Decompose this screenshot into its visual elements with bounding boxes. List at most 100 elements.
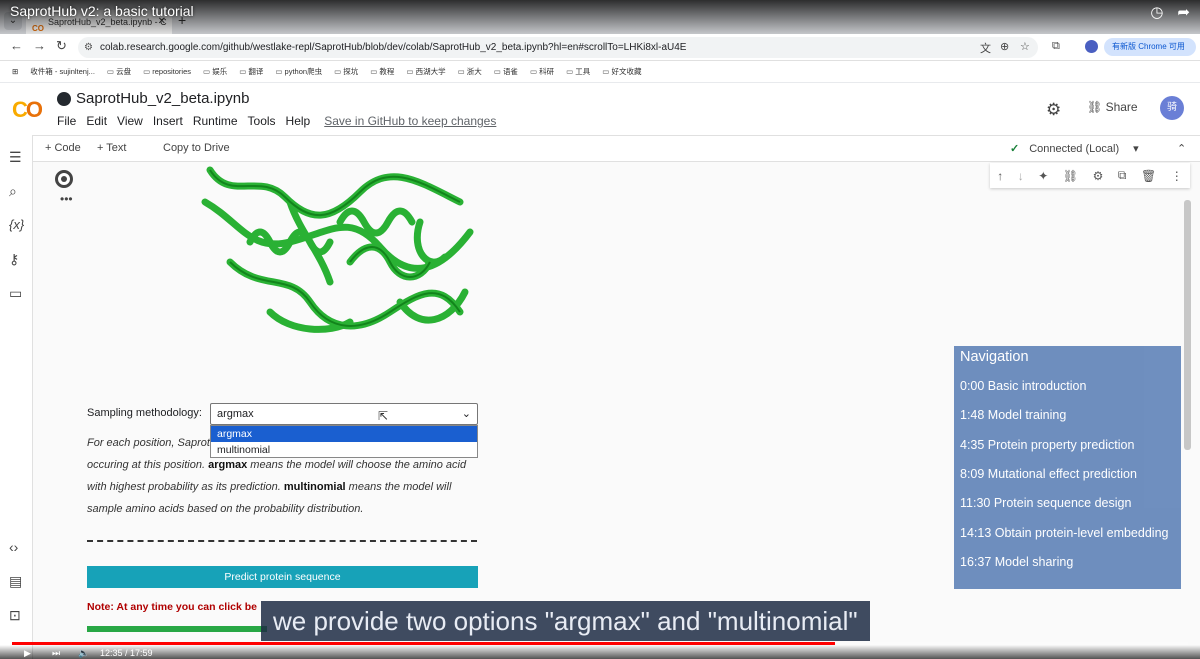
navigation-item[interactable]: 4:35 Protein property prediction	[960, 438, 1134, 452]
url-text: colab.research.google.com/github/westlak…	[100, 42, 687, 53]
desc-text: occuring at this position.	[87, 459, 209, 471]
protein-structure-image	[201, 166, 474, 333]
gemini-sparkle-icon[interactable]: ✦	[1038, 169, 1048, 183]
save-in-github-link[interactable]: Save in GitHub to keep changes	[324, 114, 496, 128]
search-icon[interactable]: ⌕	[9, 183, 17, 200]
bookmark-star-icon[interactable]: ☆	[1020, 40, 1030, 53]
bookmark-item[interactable]: python爬虫	[275, 66, 323, 77]
navigation-item[interactable]: 1:48 Model training	[960, 408, 1066, 422]
colab-favicon-icon: CO	[32, 24, 44, 33]
code-snippets-icon[interactable]: ‹›	[9, 539, 18, 555]
add-text-button[interactable]: + Text	[97, 142, 126, 154]
runtime-dropdown-icon[interactable]: ▾	[1133, 143, 1139, 155]
sampling-select[interactable]: argmax ⌄	[210, 403, 478, 425]
bookmark-item[interactable]: 浙大	[458, 66, 482, 77]
zoom-icon[interactable]: ⊕	[1000, 40, 1009, 53]
sampling-option-argmax[interactable]: argmax	[211, 426, 477, 442]
desc-text: means the model will	[345, 481, 452, 493]
bookmark-item[interactable]: 西湖大学	[406, 66, 446, 77]
variables-icon[interactable]: {x}	[9, 217, 24, 232]
profile-icon[interactable]	[1085, 40, 1098, 53]
clock-icon[interactable]: ◷	[1150, 3, 1163, 21]
github-icon	[57, 92, 71, 106]
command-palette-icon[interactable]: ▤	[9, 573, 22, 590]
move-up-icon[interactable]: ↑	[997, 169, 1003, 183]
bookmark-item[interactable]: 工具	[566, 66, 590, 77]
time-display: 12:35 / 17:59	[100, 648, 153, 658]
bookmark-item[interactable]: repositories	[143, 67, 191, 76]
update-chrome-button[interactable]: 有新版 Chrome 可用	[1104, 38, 1196, 56]
bookmark-item[interactable]: 好文收藏	[602, 66, 641, 77]
navigation-item[interactable]: 16:37 Model sharing	[960, 555, 1073, 569]
video-subtitle: we provide two options "argmax" and "mul…	[261, 601, 870, 641]
address-bar-row: ← → ↻ ⚙ colab.research.google.com/github…	[0, 34, 1200, 61]
notebook-name[interactable]: SaprotHub_v2_beta.ipynb	[76, 90, 249, 107]
navigation-item[interactable]: 11:30 Protein sequence design	[960, 496, 1131, 510]
bookmark-item[interactable]: 教程	[370, 66, 394, 77]
collapse-icon[interactable]: ⌃	[1177, 142, 1186, 155]
extensions-icon[interactable]: ⧉	[1052, 40, 1060, 53]
table-of-contents-icon[interactable]: ☰	[9, 149, 22, 166]
video-title[interactable]: SaprotHub v2: a basic tutorial	[10, 3, 194, 19]
bookmark-item[interactable]: 翻译	[239, 66, 263, 77]
terminal-icon[interactable]: ⊡	[9, 607, 21, 624]
bookmarks-bar: ⊞ 收件箱 - sujinltenj... 云盘 repositories 娱乐 翻译 p…	[0, 61, 1200, 83]
share-button[interactable]: ⛓ Share	[1087, 100, 1138, 114]
bookmark-item[interactable]: 收件箱 - sujinltenj...	[30, 66, 95, 77]
bookmark-item[interactable]: 娱乐	[203, 66, 227, 77]
mirror-cell-icon[interactable]: ⧉	[1118, 168, 1127, 183]
runtime-status[interactable]: ✓ Connected (Local) ▾	[1010, 142, 1139, 155]
left-sidebar: ☰ ⌕ {x} ⚷ ▭ ‹› ▤ ⊡	[0, 135, 33, 659]
run-cell-button[interactable]	[55, 170, 73, 188]
link-cell-icon[interactable]: ⛓	[1063, 169, 1078, 183]
back-icon[interactable]: ←	[10, 38, 23, 53]
sampling-label: Sampling methodology:	[87, 407, 202, 419]
desc-line-4: sample amino acids based on the probabil…	[87, 503, 364, 515]
add-code-button[interactable]: + Code	[45, 142, 81, 154]
more-options-icon[interactable]: ⋮	[1171, 169, 1183, 183]
site-info-icon[interactable]: ⚙	[84, 37, 93, 58]
menu-view[interactable]: View	[117, 114, 143, 128]
menu-bar: File Edit View Insert Runtime Tools Help Save i…	[57, 114, 496, 128]
divider	[87, 540, 477, 542]
translate-icon[interactable]: 文	[980, 40, 991, 56]
predict-sequence-button[interactable]: Predict protein sequence	[87, 566, 478, 588]
menu-runtime[interactable]: Runtime	[193, 114, 238, 128]
cell-settings-icon[interactable]: ⚙	[1093, 169, 1104, 183]
settings-gear-icon[interactable]: ⚙	[1046, 100, 1061, 120]
next-icon[interactable]: ⏭	[52, 648, 60, 659]
notebook-scrollbar[interactable]	[1184, 200, 1191, 450]
menu-file[interactable]: File	[57, 114, 76, 128]
url-field[interactable]: ⚙ colab.research.google.com/github/westl…	[78, 37, 1038, 58]
volume-icon[interactable]: 🔈	[78, 648, 89, 659]
menu-insert[interactable]: Insert	[153, 114, 183, 128]
bookmark-item[interactable]: 云盘	[107, 66, 131, 77]
navigation-item[interactable]: 14:13 Obtain protein-level embedding	[960, 526, 1168, 540]
mouse-cursor-icon: ⇱	[378, 409, 389, 423]
bookmark-item[interactable]: 语雀	[494, 66, 518, 77]
delete-cell-icon[interactable]: 🗑	[1141, 169, 1156, 183]
menu-edit[interactable]: Edit	[86, 114, 107, 128]
menu-tools[interactable]: Tools	[248, 114, 276, 128]
secrets-key-icon[interactable]: ⚷	[9, 251, 19, 268]
navigation-item[interactable]: 0:00 Basic introduction	[960, 379, 1086, 393]
sampling-option-multinomial[interactable]: multinomial	[211, 442, 477, 458]
reload-icon[interactable]: ↻	[56, 38, 67, 54]
cell-output-menu-icon[interactable]: •••	[60, 192, 73, 206]
share-arrow-icon[interactable]: ➦	[1177, 3, 1190, 21]
navigation-title: Navigation	[960, 349, 1029, 365]
move-down-icon[interactable]: ↓	[1018, 169, 1024, 183]
navigation-item[interactable]: 8:09 Mutational effect prediction	[960, 467, 1137, 481]
avatar[interactable]: 骑	[1160, 96, 1184, 120]
bookmark-item[interactable]: 探坑	[334, 66, 358, 77]
desc-line-3: with highest probability as its predicti…	[87, 476, 483, 498]
forward-icon[interactable]: →	[33, 38, 46, 53]
menu-help[interactable]: Help	[286, 114, 311, 128]
play-icon[interactable]: ▶	[24, 648, 31, 659]
bookmark-item[interactable]: 科研	[530, 66, 554, 77]
desc-text: with highest probability as its predicti…	[87, 481, 284, 493]
colab-logo[interactable]: CO	[12, 97, 43, 123]
files-folder-icon[interactable]: ▭	[9, 285, 22, 302]
copy-to-drive-button[interactable]: Copy to Drive	[163, 142, 230, 154]
apps-icon[interactable]: ⊞	[12, 67, 18, 76]
